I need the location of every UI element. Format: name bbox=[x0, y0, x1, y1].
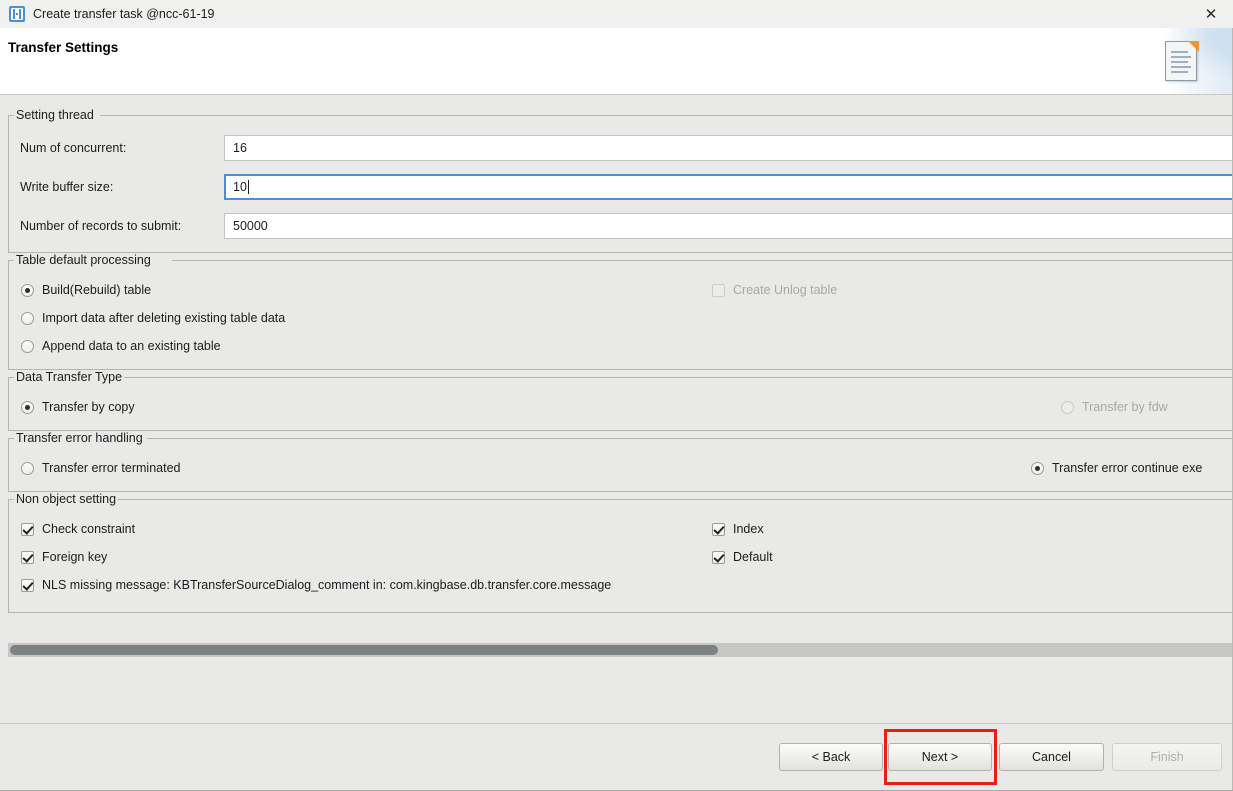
radio-transfer-by-fdw: Transfer by fdw bbox=[1061, 400, 1168, 414]
radio-label: Transfer error terminated bbox=[42, 461, 181, 475]
checkbox-label: Check constraint bbox=[42, 522, 136, 536]
checkbox-index[interactable]: Index bbox=[712, 522, 764, 536]
input-number-of-records-value: 50000 bbox=[233, 219, 268, 233]
checkbox-label: Create Unlog table bbox=[733, 283, 838, 297]
close-icon[interactable]: ✕ bbox=[1189, 0, 1233, 28]
finish-button: Finish bbox=[1112, 743, 1222, 771]
radio-import-data-after-deleting[interactable]: Import data after deleting existing tabl… bbox=[21, 311, 285, 325]
header-decoration bbox=[1043, 28, 1233, 95]
checkbox-nls-missing-message[interactable]: NLS missing message: KBTransferSourceDia… bbox=[21, 578, 611, 592]
radio-icon bbox=[1061, 400, 1074, 414]
radio-transfer-error-terminated[interactable]: Transfer error terminated bbox=[21, 461, 180, 475]
radio-label: Import data after deleting existing tabl… bbox=[42, 311, 286, 325]
group-setting-thread: Setting thread Num of concurrent: 16 Wri… bbox=[8, 108, 1233, 253]
radio-transfer-by-copy[interactable]: Transfer by copy bbox=[21, 400, 135, 414]
radio-icon bbox=[21, 283, 34, 297]
checkbox-create-unlog-table: Create Unlog table bbox=[712, 283, 837, 297]
scrollbar-thumb[interactable] bbox=[10, 645, 718, 655]
window-titlebar: Create transfer task @ncc-61-19 ✕ bbox=[0, 0, 1233, 28]
group-label-transfer-error-handling: Transfer error handling bbox=[14, 431, 145, 445]
radio-icon bbox=[21, 311, 34, 325]
checkbox-icon bbox=[712, 283, 725, 297]
radio-icon bbox=[1031, 461, 1044, 475]
input-num-of-concurrent[interactable]: 16 bbox=[224, 135, 1233, 161]
checkbox-label: Index bbox=[733, 522, 764, 536]
group-label-setting-thread: Setting thread bbox=[14, 108, 96, 122]
transfer-app-icon bbox=[9, 6, 25, 22]
checkbox-icon bbox=[712, 550, 725, 564]
label-write-buffer-size: Write buffer size: bbox=[20, 180, 114, 194]
checkbox-icon bbox=[21, 522, 34, 536]
input-number-of-records-to-submit[interactable]: 50000 bbox=[224, 213, 1233, 239]
group-label-data-transfer-type: Data Transfer Type bbox=[14, 370, 125, 384]
radio-label: Transfer by fdw bbox=[1082, 400, 1168, 414]
window-title: Create transfer task @ncc-61-19 bbox=[33, 7, 215, 21]
text-caret bbox=[247, 180, 249, 194]
group-label-non-object-setting: Non object setting bbox=[14, 492, 119, 506]
group-transfer-error-handling: Transfer error handling Transfer error t… bbox=[8, 431, 1233, 492]
document-icon bbox=[1165, 41, 1199, 83]
checkbox-label: Foreign key bbox=[42, 550, 108, 564]
cancel-button[interactable]: Cancel bbox=[999, 743, 1104, 771]
settings-content: Setting thread Num of concurrent: 16 Wri… bbox=[0, 95, 1233, 723]
radio-append-data-to-existing[interactable]: Append data to an existing table bbox=[21, 339, 221, 353]
checkbox-label: NLS missing message: KBTransferSourceDia… bbox=[42, 578, 612, 592]
radio-icon bbox=[21, 400, 34, 414]
settings-scroll-region: Setting thread Num of concurrent: 16 Wri… bbox=[8, 107, 1233, 643]
checkbox-check-constraint[interactable]: Check constraint bbox=[21, 522, 135, 536]
checkbox-icon bbox=[712, 522, 725, 536]
checkbox-icon bbox=[21, 578, 34, 592]
input-write-buffer-size-value: 10 bbox=[233, 180, 247, 194]
input-write-buffer-size[interactable]: 10 bbox=[224, 174, 1233, 200]
checkbox-icon bbox=[21, 550, 34, 564]
label-num-of-concurrent: Num of concurrent: bbox=[20, 141, 127, 155]
group-label-table-default-processing: Table default processing bbox=[14, 253, 153, 267]
page-title: Transfer Settings bbox=[8, 40, 119, 55]
next-button[interactable]: Next > bbox=[888, 743, 992, 771]
radio-icon bbox=[21, 461, 34, 475]
checkbox-foreign-key[interactable]: Foreign key bbox=[21, 550, 107, 564]
radio-transfer-error-continue-exe[interactable]: Transfer error continue exe bbox=[1031, 461, 1202, 475]
radio-label: Append data to an existing table bbox=[42, 339, 221, 353]
group-table-default-processing: Table default processing Build(Rebuild) … bbox=[8, 253, 1233, 370]
checkbox-default[interactable]: Default bbox=[712, 550, 773, 564]
radio-icon bbox=[21, 339, 34, 353]
folded-corner-icon bbox=[1188, 41, 1199, 52]
input-num-of-concurrent-value: 16 bbox=[233, 141, 247, 155]
radio-label: Transfer error continue exe bbox=[1052, 461, 1203, 475]
group-non-object-setting: Non object setting Check constraint Inde… bbox=[8, 492, 1233, 613]
wizard-header: Transfer Settings bbox=[0, 28, 1233, 95]
radio-label: Build(Rebuild) table bbox=[42, 283, 152, 297]
back-button[interactable]: < Back bbox=[779, 743, 883, 771]
label-number-of-records: Number of records to submit: bbox=[20, 219, 182, 233]
horizontal-scrollbar[interactable] bbox=[8, 643, 1233, 657]
checkbox-label: Default bbox=[733, 550, 773, 564]
group-data-transfer-type: Data Transfer Type Transfer by copy Tran… bbox=[8, 370, 1233, 431]
radio-label: Transfer by copy bbox=[42, 400, 135, 414]
radio-build-rebuild-table[interactable]: Build(Rebuild) table bbox=[21, 283, 151, 297]
